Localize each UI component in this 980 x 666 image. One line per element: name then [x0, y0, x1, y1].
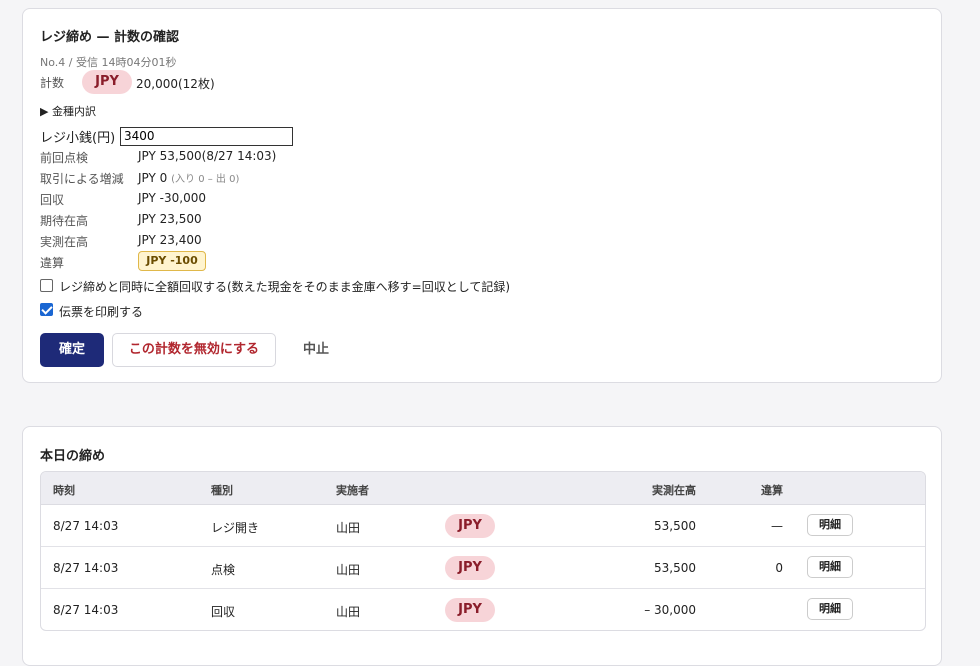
row-diff: — [771, 519, 783, 533]
expected-value: JPY 23,500 [138, 212, 202, 226]
today-closes-panel: 本日の締め 時刻 種別 実施者 実測在高 違算 8/27 14:03 レジ開き … [22, 426, 942, 666]
today-title: 本日の締め [40, 449, 106, 464]
count-value: 20,000(12枚) [136, 77, 215, 91]
collect-all-checkbox[interactable] [40, 279, 53, 292]
row-by: 山田 [336, 521, 361, 535]
float-label: レジ小銭(円) [40, 131, 116, 146]
actual-label: 実測在高 [40, 235, 89, 249]
row-amount: 53,500 [654, 561, 696, 575]
table-header: 時刻 種別 実施者 実測在高 違算 [41, 472, 925, 505]
print-slip-label[interactable]: 伝票を印刷する [59, 303, 143, 320]
prev-check-label: 前回点検 [40, 151, 89, 165]
denomination-toggle[interactable]: ▶ 金種内訳 [40, 103, 96, 119]
row-time: 8/27 14:03 [53, 519, 119, 533]
row-currency-pill: JPY [445, 598, 495, 622]
table-row: 8/27 14:03 レジ開き 山田 JPY 53,500 — 明細 [41, 505, 925, 547]
actual-value: JPY 23,400 [138, 233, 202, 247]
txn-change-detail: (入り 0 – 出 0) [171, 174, 240, 185]
count-label: 計数 [40, 76, 65, 90]
collect-label: 回収 [40, 193, 65, 207]
row-amount: 53,500 [654, 519, 696, 533]
receipt-meta: No.4 / 受信 14時04分01秒 [40, 56, 177, 69]
cancel-button[interactable]: 中止 [294, 333, 338, 367]
row-currency-pill: JPY [445, 556, 495, 580]
row-type: 点検 [211, 563, 236, 577]
row-detail-button[interactable]: 明細 [807, 514, 853, 536]
row-currency-pill: JPY [445, 514, 495, 538]
print-slip-checkbox[interactable] [40, 303, 53, 316]
invalidate-count-button[interactable]: この計数を無効にする [112, 333, 276, 367]
float-input[interactable]: 3400 [120, 127, 293, 146]
row-amount: – 30,000 [644, 603, 696, 617]
txn-change-value: JPY 0 (入り 0 – 出 0) [138, 171, 240, 185]
close-count-panel: レジ締め — 計数の確認 No.4 / 受信 14時04分01秒 計数 JPY … [22, 8, 942, 383]
confirm-button[interactable]: 確定 [40, 333, 104, 367]
row-by: 山田 [336, 605, 361, 619]
table-row: 8/27 14:03 回収 山田 JPY – 30,000 明細 [41, 589, 925, 630]
col-diff: 違算 [761, 484, 783, 497]
prev-check-value: JPY 53,500(8/27 14:03) [138, 149, 277, 163]
row-type: 回収 [211, 605, 236, 619]
closes-table: 時刻 種別 実施者 実測在高 違算 8/27 14:03 レジ開き 山田 JPY… [40, 471, 926, 631]
expected-label: 期待在高 [40, 214, 89, 228]
row-time: 8/27 14:03 [53, 603, 119, 617]
txn-change-label: 取引による増減 [40, 172, 124, 186]
currency-pill: JPY [82, 70, 132, 94]
row-detail-button[interactable]: 明細 [807, 556, 853, 578]
col-by: 実施者 [336, 484, 369, 497]
diff-badge: JPY -100 [138, 251, 206, 271]
col-amount: 実測在高 [652, 484, 696, 497]
diff-label: 違算 [40, 256, 65, 270]
row-diff: 0 [775, 561, 783, 575]
row-type: レジ開き [211, 521, 260, 535]
row-time: 8/27 14:03 [53, 561, 119, 575]
table-row: 8/27 14:03 点検 山田 JPY 53,500 0 明細 [41, 547, 925, 589]
panel-title: レジ締め — 計数の確認 [40, 30, 180, 45]
col-time: 時刻 [53, 484, 75, 497]
collect-value: JPY -30,000 [138, 191, 206, 205]
row-detail-button[interactable]: 明細 [807, 598, 853, 620]
col-type: 種別 [211, 484, 233, 497]
row-by: 山田 [336, 563, 361, 577]
collect-all-label[interactable]: レジ締めと同時に全額回収する(数えた現金をそのまま金庫へ移す=回収として記録) [59, 278, 510, 295]
